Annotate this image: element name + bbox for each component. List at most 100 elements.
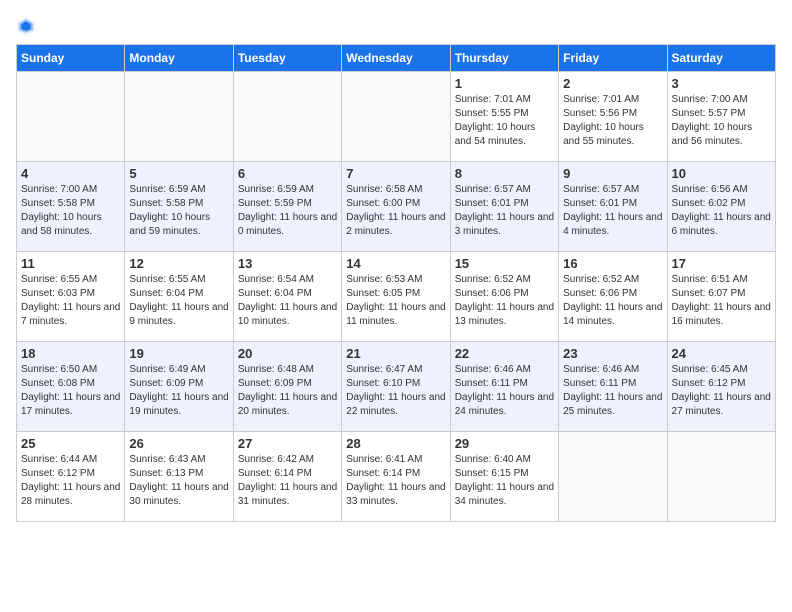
day-number: 8: [455, 166, 554, 181]
day-number: 2: [563, 76, 662, 91]
calendar-cell: [125, 72, 233, 162]
cell-info: Sunrise: 6:53 AM Sunset: 6:05 PM Dayligh…: [346, 273, 445, 329]
calendar-cell: 19Sunrise: 6:49 AM Sunset: 6:09 PM Dayli…: [125, 342, 233, 432]
day-number: 20: [238, 346, 337, 361]
calendar-cell: 29 Sunrise: 6:40 AM Sunset: 6:15 PM Dayli…: [450, 432, 558, 522]
day-number: 27: [238, 436, 337, 451]
calendar-week-row: 1 Sunrise: 7:01 AM Sunset: 5:55 PM Daylig…: [17, 72, 776, 162]
cell-info: Sunrise: 6:50 AM Sunset: 6:08 PM Dayligh…: [21, 363, 120, 419]
calendar-week-row: 11Sunrise: 6:55 AM Sunset: 6:03 PM Dayli…: [17, 252, 776, 342]
cell-info: Sunrise: 6:52 AM Sunset: 6:06 PM Dayligh…: [455, 273, 554, 329]
calendar-body: 1 Sunrise: 7:01 AM Sunset: 5:55 PM Daylig…: [17, 72, 776, 522]
cell-info: Sunrise: 6:51 AM Sunset: 6:07 PM Dayligh…: [672, 273, 771, 329]
day-number: 12: [129, 256, 228, 271]
cell-info: Sunrise: 6:59 AM Sunset: 5:58 PM Dayligh…: [129, 183, 228, 239]
day-number: 19: [129, 346, 228, 361]
day-number: 6: [238, 166, 337, 181]
day-number: 15: [455, 256, 554, 271]
calendar-cell: 12Sunrise: 6:55 AM Sunset: 6:04 PM Dayli…: [125, 252, 233, 342]
cell-info: Sunrise: 7:01 AM Sunset: 5:55 PM Dayligh…: [455, 93, 554, 149]
day-number: 10: [672, 166, 771, 181]
day-number: 7: [346, 166, 445, 181]
calendar-cell: 27 Sunrise: 6:42 AM Sunset: 6:14 PM Dayli…: [233, 432, 341, 522]
calendar-cell: 23Sunrise: 6:46 AM Sunset: 6:11 PM Dayli…: [559, 342, 667, 432]
day-number: 4: [21, 166, 120, 181]
header: [16, 16, 776, 36]
day-number: 28: [346, 436, 445, 451]
calendar-cell: 16 Sunrise: 6:52 AM Sunset: 6:06 PM Dayli…: [559, 252, 667, 342]
calendar-cell: 7Sunrise: 6:58 AM Sunset: 6:00 PM Daylig…: [342, 162, 450, 252]
calendar-cell: 20 Sunrise: 6:48 AM Sunset: 6:09 PM Dayli…: [233, 342, 341, 432]
calendar-cell: 4 Sunrise: 7:00 AM Sunset: 5:58 PM Daylig…: [17, 162, 125, 252]
cell-info: Sunrise: 6:59 AM Sunset: 5:59 PM Dayligh…: [238, 183, 337, 239]
cell-info: Sunrise: 6:56 AM Sunset: 6:02 PM Dayligh…: [672, 183, 771, 239]
calendar-cell: [559, 432, 667, 522]
cell-info: Sunrise: 6:43 AM Sunset: 6:13 PM Dayligh…: [129, 453, 228, 509]
calendar-cell: [667, 432, 775, 522]
calendar-cell: 6 Sunrise: 6:59 AM Sunset: 5:59 PM Daylig…: [233, 162, 341, 252]
cell-info: Sunrise: 6:57 AM Sunset: 6:01 PM Dayligh…: [563, 183, 662, 239]
calendar-cell: 28 Sunrise: 6:41 AM Sunset: 6:14 PM Dayli…: [342, 432, 450, 522]
cell-info: Sunrise: 6:45 AM Sunset: 6:12 PM Dayligh…: [672, 363, 771, 419]
calendar-cell: 15 Sunrise: 6:52 AM Sunset: 6:06 PM Dayli…: [450, 252, 558, 342]
cell-info: Sunrise: 6:40 AM Sunset: 6:15 PM Dayligh…: [455, 453, 554, 509]
day-number: 26: [129, 436, 228, 451]
calendar-cell: 9 Sunrise: 6:57 AM Sunset: 6:01 PM Daylig…: [559, 162, 667, 252]
cell-info: Sunrise: 6:46 AM Sunset: 6:11 PM Dayligh…: [563, 363, 662, 419]
calendar-cell: 14 Sunrise: 6:53 AM Sunset: 6:05 PM Dayli…: [342, 252, 450, 342]
calendar-cell: [342, 72, 450, 162]
cell-info: Sunrise: 6:42 AM Sunset: 6:14 PM Dayligh…: [238, 453, 337, 509]
day-number: 1: [455, 76, 554, 91]
day-number: 22: [455, 346, 554, 361]
calendar-cell: 17 Sunrise: 6:51 AM Sunset: 6:07 PM Dayli…: [667, 252, 775, 342]
day-number: 14: [346, 256, 445, 271]
day-number: 24: [672, 346, 771, 361]
calendar-cell: 21Sunrise: 6:47 AM Sunset: 6:10 PM Dayli…: [342, 342, 450, 432]
cell-info: Sunrise: 6:48 AM Sunset: 6:09 PM Dayligh…: [238, 363, 337, 419]
calendar-day-header: Wednesday: [342, 45, 450, 72]
cell-info: Sunrise: 7:00 AM Sunset: 5:58 PM Dayligh…: [21, 183, 120, 239]
calendar-cell: 18 Sunrise: 6:50 AM Sunset: 6:08 PM Dayli…: [17, 342, 125, 432]
calendar-day-header: Friday: [559, 45, 667, 72]
day-number: 3: [672, 76, 771, 91]
cell-info: Sunrise: 6:55 AM Sunset: 6:03 PM Dayligh…: [21, 273, 120, 329]
calendar-cell: [17, 72, 125, 162]
calendar-cell: 22 Sunrise: 6:46 AM Sunset: 6:11 PM Dayli…: [450, 342, 558, 432]
logo: [16, 16, 40, 36]
calendar-header-row: SundayMondayTuesdayWednesdayThursdayFrid…: [17, 45, 776, 72]
calendar-cell: 8 Sunrise: 6:57 AM Sunset: 6:01 PM Daylig…: [450, 162, 558, 252]
cell-info: Sunrise: 6:54 AM Sunset: 6:04 PM Dayligh…: [238, 273, 337, 329]
calendar-cell: 5 Sunrise: 6:59 AM Sunset: 5:58 PM Daylig…: [125, 162, 233, 252]
cell-info: Sunrise: 6:52 AM Sunset: 6:06 PM Dayligh…: [563, 273, 662, 329]
calendar-day-header: Saturday: [667, 45, 775, 72]
calendar-day-header: Thursday: [450, 45, 558, 72]
calendar-day-header: Tuesday: [233, 45, 341, 72]
day-number: 5: [129, 166, 228, 181]
cell-info: Sunrise: 7:01 AM Sunset: 5:56 PM Dayligh…: [563, 93, 662, 149]
day-number: 9: [563, 166, 662, 181]
day-number: 16: [563, 256, 662, 271]
calendar-cell: 3 Sunrise: 7:00 AM Sunset: 5:57 PM Daylig…: [667, 72, 775, 162]
cell-info: Sunrise: 7:00 AM Sunset: 5:57 PM Dayligh…: [672, 93, 771, 149]
calendar-cell: 26 Sunrise: 6:43 AM Sunset: 6:13 PM Dayli…: [125, 432, 233, 522]
day-number: 13: [238, 256, 337, 271]
calendar-cell: 25Sunrise: 6:44 AM Sunset: 6:12 PM Dayli…: [17, 432, 125, 522]
cell-info: Sunrise: 6:46 AM Sunset: 6:11 PM Dayligh…: [455, 363, 554, 419]
day-number: 17: [672, 256, 771, 271]
calendar-cell: 24 Sunrise: 6:45 AM Sunset: 6:12 PM Dayli…: [667, 342, 775, 432]
cell-info: Sunrise: 6:41 AM Sunset: 6:14 PM Dayligh…: [346, 453, 445, 509]
calendar-week-row: 4 Sunrise: 7:00 AM Sunset: 5:58 PM Daylig…: [17, 162, 776, 252]
calendar-day-header: Monday: [125, 45, 233, 72]
calendar-week-row: 25Sunrise: 6:44 AM Sunset: 6:12 PM Dayli…: [17, 432, 776, 522]
day-number: 29: [455, 436, 554, 451]
day-number: 25: [21, 436, 120, 451]
logo-icon: [16, 16, 36, 36]
calendar-table: SundayMondayTuesdayWednesdayThursdayFrid…: [16, 44, 776, 522]
calendar-cell: 10 Sunrise: 6:56 AM Sunset: 6:02 PM Dayli…: [667, 162, 775, 252]
cell-info: Sunrise: 6:47 AM Sunset: 6:10 PM Dayligh…: [346, 363, 445, 419]
calendar-cell: 11Sunrise: 6:55 AM Sunset: 6:03 PM Dayli…: [17, 252, 125, 342]
day-number: 18: [21, 346, 120, 361]
calendar-week-row: 18 Sunrise: 6:50 AM Sunset: 6:08 PM Dayli…: [17, 342, 776, 432]
cell-info: Sunrise: 6:57 AM Sunset: 6:01 PM Dayligh…: [455, 183, 554, 239]
calendar-cell: [233, 72, 341, 162]
